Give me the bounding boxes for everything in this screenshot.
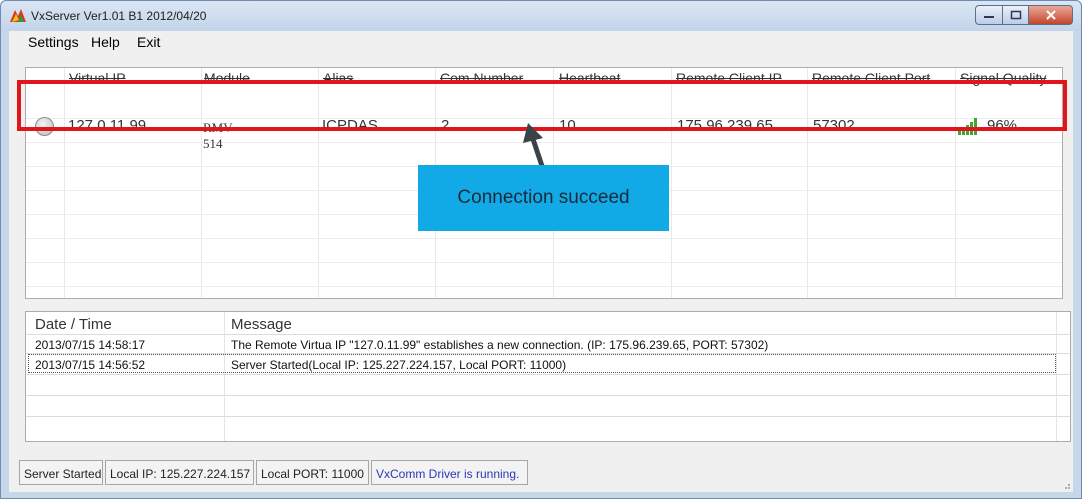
log-divider bbox=[26, 416, 1070, 417]
vxserver-window: VxServer Ver1.01 B1 2012/04/20 Settings … bbox=[0, 0, 1082, 499]
row-divider bbox=[26, 238, 1062, 239]
log-divider bbox=[26, 374, 1070, 375]
maximize-icon bbox=[1010, 10, 1021, 20]
minimize-button[interactable] bbox=[975, 5, 1003, 25]
status-local-port: Local PORT: 11000 bbox=[256, 460, 369, 485]
minimize-icon bbox=[984, 16, 994, 18]
row-divider bbox=[26, 262, 1062, 263]
message-log[interactable]: Date / Time Message 2013/07/15 14:58:17 … bbox=[25, 311, 1071, 442]
status-bar: Server Started Local IP: 125.227.224.157… bbox=[9, 456, 1073, 492]
log-datetime: 2013/07/15 14:58:17 bbox=[35, 338, 146, 352]
log-divider bbox=[26, 395, 1070, 396]
status-local-ip: Local IP: 125.227.224.157 bbox=[105, 460, 254, 485]
log-datetime: 2013/07/15 14:56:52 bbox=[35, 358, 146, 372]
log-column-datetime[interactable]: Date / Time bbox=[35, 316, 112, 333]
log-column-message[interactable]: Message bbox=[231, 316, 292, 333]
menu-help[interactable]: Help bbox=[91, 34, 120, 50]
log-divider bbox=[224, 312, 225, 441]
annotation-callout: Connection succeed bbox=[418, 165, 669, 231]
maximize-button[interactable] bbox=[1003, 5, 1029, 25]
log-message: The Remote Virtua IP "127.0.11.99" estab… bbox=[231, 338, 769, 352]
log-divider bbox=[1056, 312, 1057, 441]
log-divider bbox=[26, 334, 1070, 335]
window-title: VxServer Ver1.01 B1 2012/04/20 bbox=[31, 9, 207, 23]
resize-grip-icon[interactable] bbox=[1061, 480, 1071, 490]
status-driver: VxComm Driver is running. bbox=[371, 460, 528, 485]
status-server: Server Started bbox=[19, 460, 103, 485]
close-icon bbox=[1045, 10, 1056, 20]
menu-settings[interactable]: Settings bbox=[28, 34, 79, 50]
menu-bar: Settings Help Exit bbox=[9, 31, 1073, 53]
menu-exit[interactable]: Exit bbox=[137, 34, 160, 50]
row-divider bbox=[26, 286, 1062, 287]
app-logo-icon bbox=[10, 9, 26, 22]
close-button[interactable] bbox=[1029, 5, 1073, 25]
window-controls bbox=[975, 5, 1073, 25]
title-bar[interactable]: VxServer Ver1.01 B1 2012/04/20 bbox=[1, 1, 1081, 31]
log-message: Server Started(Local IP: 125.227.224.157… bbox=[231, 358, 567, 372]
